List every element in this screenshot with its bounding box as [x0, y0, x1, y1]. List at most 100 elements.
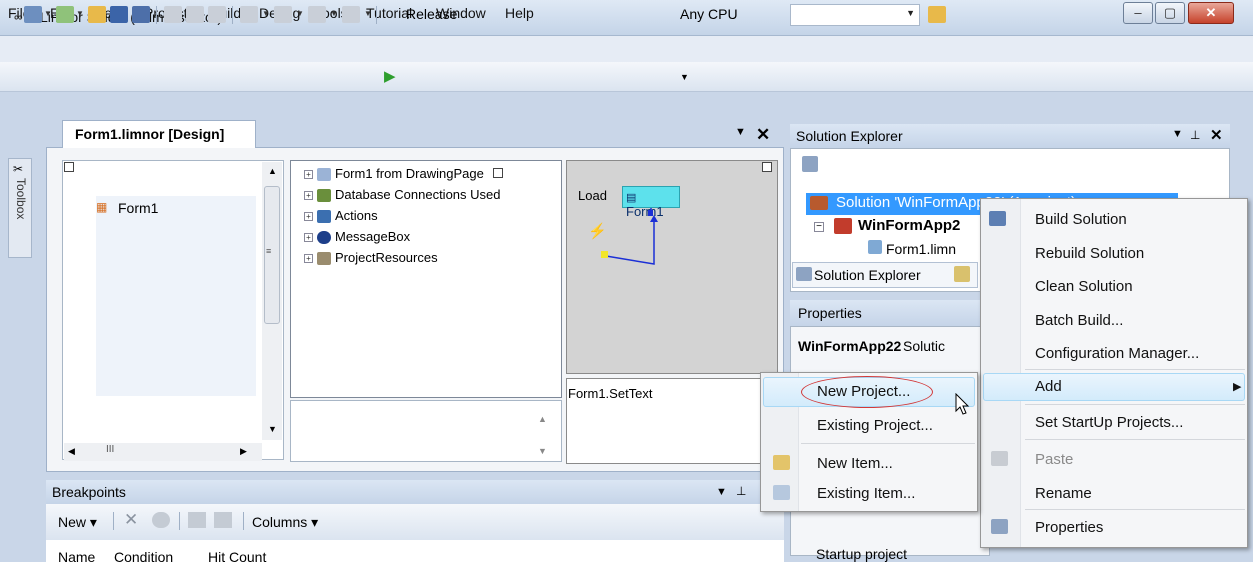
new-breakpoint-button[interactable]: New ▾: [58, 514, 97, 531]
menu-new-item[interactable]: New Item...: [817, 455, 893, 472]
save-icon[interactable]: [110, 6, 128, 23]
menu-add[interactable]: Add: [1035, 378, 1062, 395]
event-lightning-icon: ⚡: [588, 223, 607, 240]
undo-icon[interactable]: [240, 6, 258, 23]
file-label[interactable]: Form1.limn: [886, 241, 956, 257]
info-icon: [317, 231, 331, 245]
expand-icon[interactable]: +: [304, 191, 313, 201]
toolbox-label: Toolbox: [14, 178, 28, 220]
tree-item-resources[interactable]: + ProjectResources: [304, 250, 438, 266]
chevron-down-icon[interactable]: ▼: [716, 486, 727, 498]
close-document-icon[interactable]: ✕: [756, 125, 770, 145]
navigate-back-icon[interactable]: [308, 6, 326, 23]
scroll-up-icon[interactable]: ▲: [538, 414, 547, 424]
chevron-down-icon[interactable]: ▼: [296, 9, 304, 18]
maximize-button[interactable]: ▢: [1155, 2, 1185, 24]
tab-form1-design[interactable]: Form1.limnor [Design]: [62, 120, 256, 148]
start-debug-icon[interactable]: ▶: [384, 67, 396, 85]
tree-item-database[interactable]: + Database Connections Used: [304, 187, 501, 203]
menu-rebuild-solution[interactable]: Rebuild Solution: [1035, 245, 1144, 262]
scroll-left-icon[interactable]: ◀: [68, 446, 75, 457]
expand-icon[interactable]: +: [304, 212, 313, 222]
menu-build-solution[interactable]: Build Solution: [1035, 211, 1127, 228]
columns-button[interactable]: Columns ▾: [252, 514, 318, 531]
form-node[interactable]: [96, 196, 256, 396]
resize-handle[interactable]: [493, 168, 504, 178]
resize-handle[interactable]: [762, 162, 772, 172]
delete-icon[interactable]: ✕: [124, 510, 138, 530]
panel-title: Breakpoints: [52, 484, 126, 500]
save-all-icon[interactable]: [132, 6, 150, 23]
properties-icon[interactable]: [802, 156, 818, 172]
tree-item-actions[interactable]: + Actions: [304, 208, 378, 224]
open-folder-icon[interactable]: [88, 6, 106, 23]
scroll-up-icon[interactable]: ▲: [268, 166, 277, 176]
menu-separator: [1025, 509, 1245, 510]
grip-icon: III: [106, 444, 115, 455]
class-view-icon[interactable]: [954, 266, 970, 282]
expand-icon[interactable]: +: [304, 254, 313, 264]
menu-existing-item[interactable]: Existing Item...: [817, 485, 915, 502]
database-icon: [317, 189, 331, 203]
column-hit-count[interactable]: Hit Count: [208, 549, 266, 562]
disable-all-icon[interactable]: [152, 512, 170, 528]
chevron-down-icon[interactable]: ▼: [680, 72, 689, 82]
scroll-right-icon[interactable]: ▶: [240, 446, 247, 457]
solution-configuration-select[interactable]: Release: [400, 4, 528, 26]
chevron-down-icon[interactable]: ▼: [262, 9, 270, 18]
tree-item-messagebox[interactable]: + MessageBox: [304, 229, 411, 245]
pin-icon[interactable]: ⊥: [736, 484, 746, 498]
cut-icon[interactable]: [164, 6, 182, 23]
menu-paste: Paste: [1035, 451, 1074, 468]
minimize-button[interactable]: –: [1123, 2, 1153, 24]
platform-select[interactable]: Any CPU: [674, 4, 786, 26]
find-combo[interactable]: ▼: [790, 4, 920, 26]
menu-bar: [0, 36, 1253, 62]
menu-add-highlight[interactable]: [983, 373, 1245, 401]
tree-item-form1[interactable]: + Form1 from DrawingPage: [304, 166, 504, 182]
property-row-label[interactable]: Startup project: [816, 546, 907, 562]
menu-clean-solution[interactable]: Clean Solution: [1035, 278, 1133, 295]
menu-properties[interactable]: Properties: [1035, 519, 1103, 536]
add-item-icon[interactable]: [56, 6, 74, 23]
chevron-down-icon[interactable]: ▼: [44, 9, 52, 18]
existing-item-icon: [773, 485, 790, 500]
expand-icon[interactable]: +: [304, 170, 313, 180]
navigate-forward-icon[interactable]: [342, 6, 360, 23]
column-condition[interactable]: Condition: [114, 549, 173, 562]
copy-icon[interactable]: [186, 6, 204, 23]
resize-handle[interactable]: [64, 162, 74, 172]
menu-existing-project[interactable]: Existing Project...: [817, 417, 933, 434]
chevron-down-icon[interactable]: ▼: [76, 9, 84, 18]
menu-configuration-manager[interactable]: Configuration Manager...: [1035, 345, 1199, 362]
column-name[interactable]: Name: [58, 549, 95, 562]
chevron-down-icon[interactable]: ▼: [735, 126, 746, 138]
scroll-down-icon[interactable]: ▼: [538, 446, 547, 456]
find-in-files-icon[interactable]: [928, 6, 946, 23]
go-to-disassembly-icon[interactable]: [214, 512, 232, 528]
project-label[interactable]: WinFormApp2: [858, 217, 960, 234]
menu-set-startup-projects[interactable]: Set StartUp Projects...: [1035, 414, 1183, 431]
chevron-down-icon[interactable]: ▼: [1172, 128, 1183, 140]
collapse-icon[interactable]: −: [814, 222, 824, 232]
chevron-down-icon[interactable]: ▼: [364, 9, 372, 18]
expand-icon[interactable]: +: [304, 233, 313, 243]
chevron-down-icon[interactable]: ▼: [906, 8, 915, 18]
pin-icon[interactable]: ⊥: [1190, 128, 1200, 142]
redo-icon[interactable]: [274, 6, 292, 23]
menu-batch-build[interactable]: Batch Build...: [1035, 312, 1123, 329]
panel-title: Solution Explorer: [796, 128, 903, 144]
event-map-form-node[interactable]: ▤ Form1: [622, 186, 680, 219]
event-link-lines: [601, 208, 658, 265]
scroll-down-icon[interactable]: ▼: [268, 424, 277, 434]
paste-icon[interactable]: [208, 6, 226, 23]
horizontal-scrollbar[interactable]: [64, 443, 262, 461]
go-to-source-icon[interactable]: [188, 512, 206, 528]
close-button[interactable]: ✕: [1188, 2, 1234, 24]
new-project-icon[interactable]: [24, 6, 42, 23]
close-icon[interactable]: ✕: [1210, 126, 1223, 144]
text-area[interactable]: [290, 400, 562, 462]
chevron-down-icon[interactable]: ▼: [330, 9, 338, 18]
tree-label: MessageBox: [335, 229, 411, 244]
menu-rename[interactable]: Rename: [1035, 485, 1092, 502]
